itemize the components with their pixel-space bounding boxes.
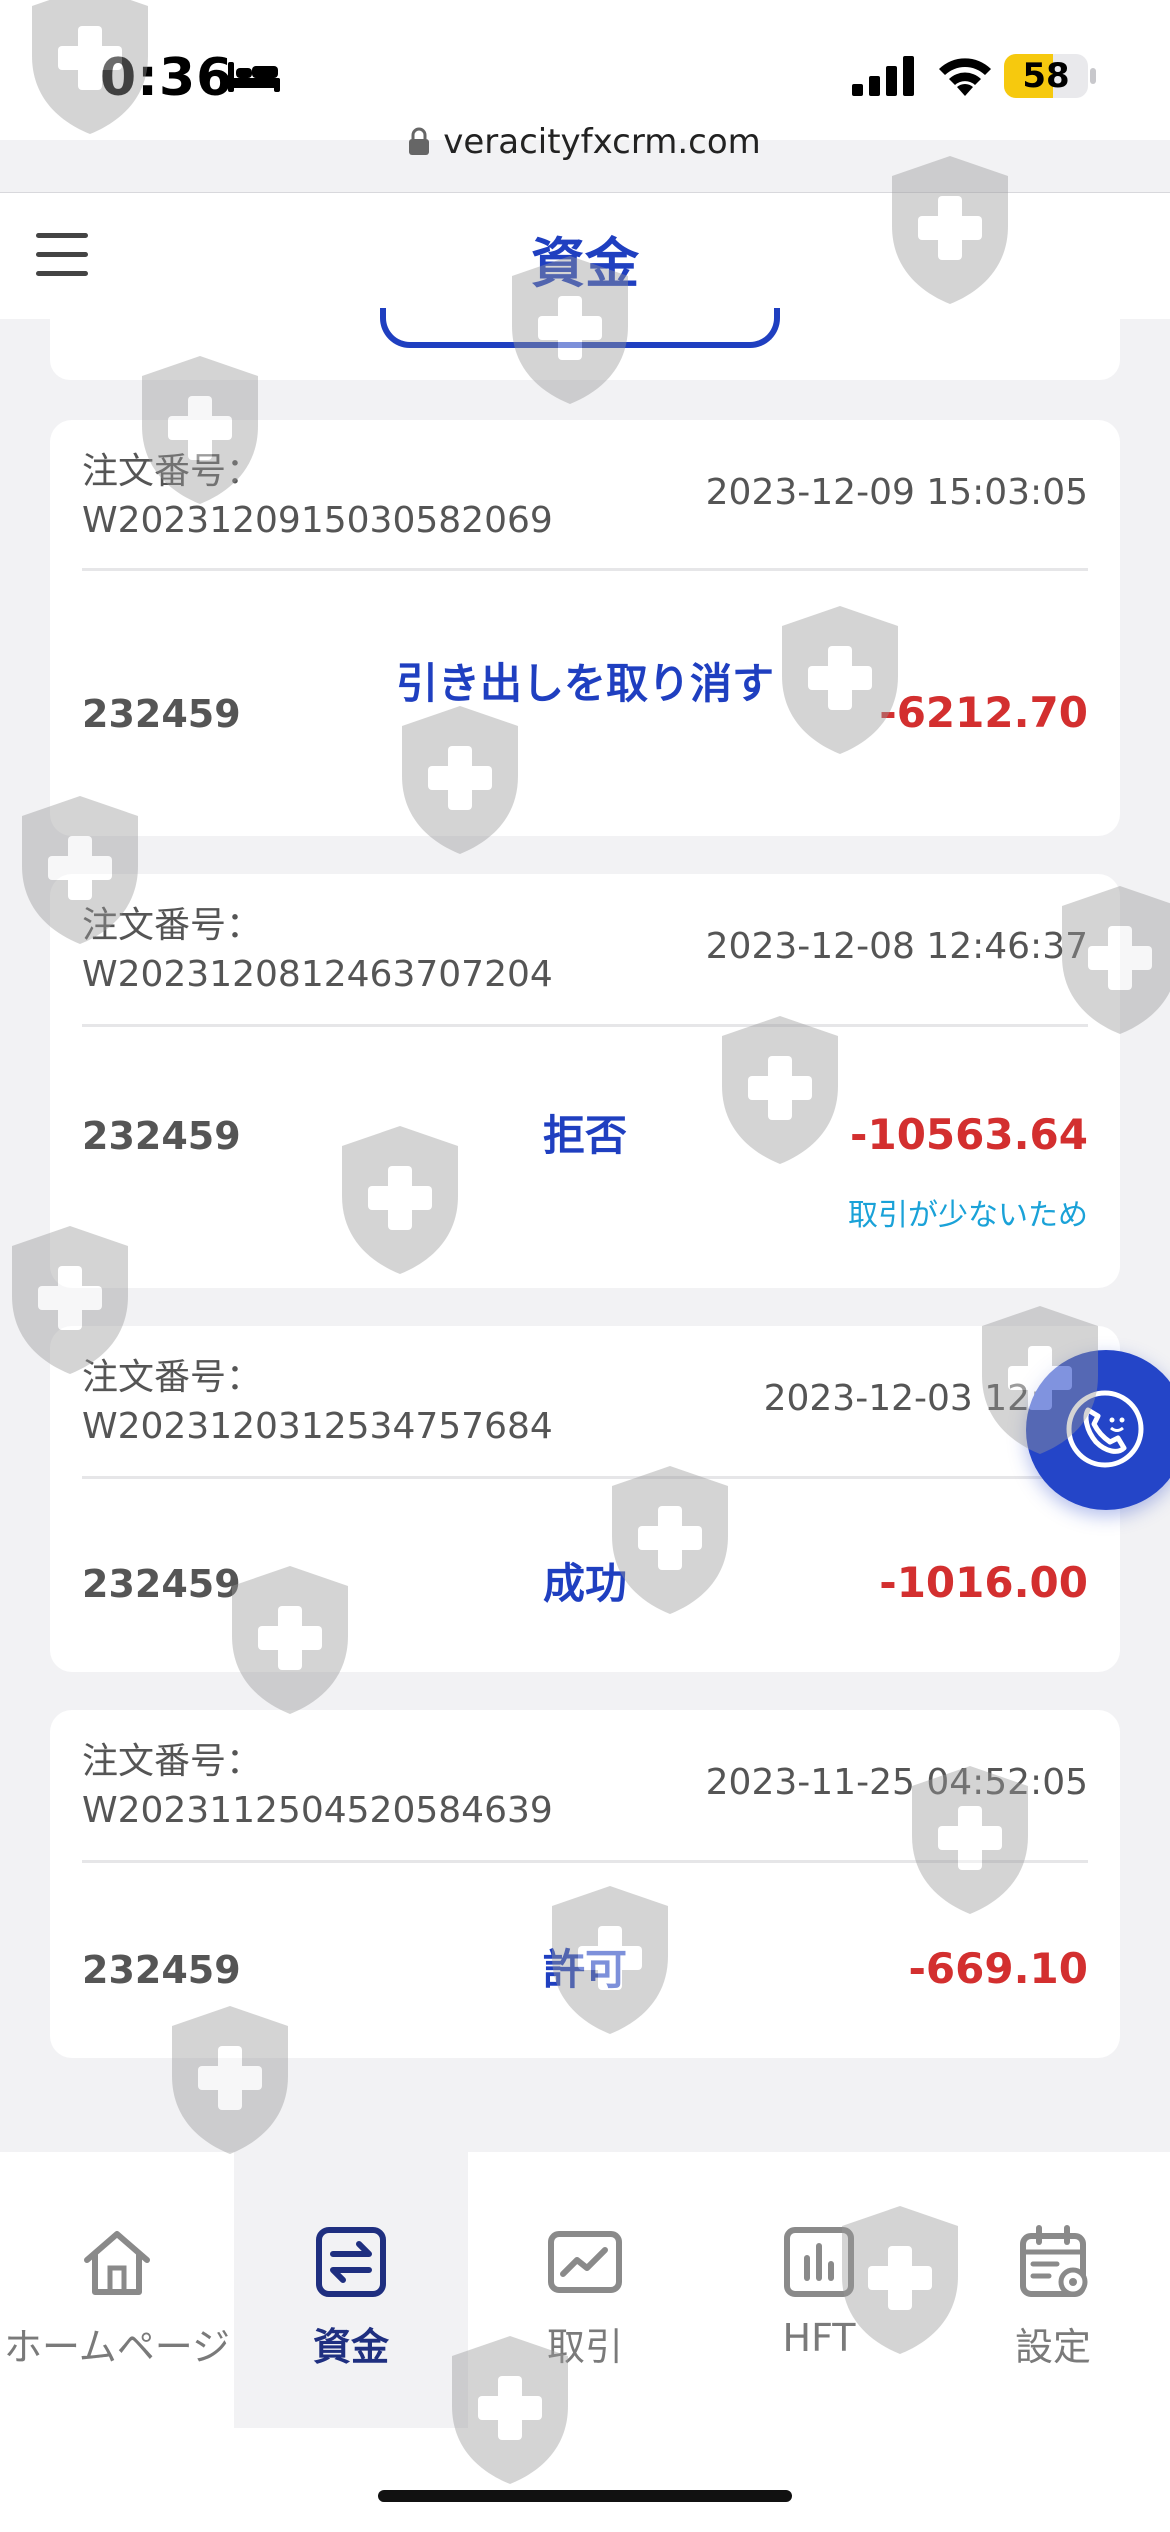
page-title: 資金 [531,232,639,295]
order-number-label: 注文番号： [82,1357,263,1398]
nav-trading[interactable]: 取引 [468,2152,702,2428]
phone-support-icon [1066,1390,1144,1468]
home-indicator [378,2490,792,2502]
nav-home[interactable]: ホームページ [0,2152,234,2428]
order-card: 注文番号： W2023120812463707204 2023-12-08 12… [50,874,1120,1288]
order-status: 許可 [542,1945,627,1994]
nav-settings[interactable]: 設定 [936,2152,1170,2428]
card-divider [82,568,1088,571]
order-card: 注文番号： W2023112504520584639 2023-11-25 04… [50,1710,1120,2058]
order-number-label: 注文番号： [82,905,263,946]
order-card: 注文番号： W2023120915030582069 2023-12-09 15… [50,420,1120,836]
lock-icon [409,127,430,155]
nav-label: 資金 [312,2325,389,2369]
bottom-navigation: ホームページ 資金 取引 HFT 設定 [0,2152,1170,2532]
battery-indicator: 58 [1004,54,1088,98]
trading-chart-icon [548,2231,622,2293]
order-date: 2023-11-25 04:52:05 [705,1762,1088,1803]
order-amount: -10563.64 [850,1110,1088,1159]
battery-percent: 58 [1022,56,1070,96]
nav-label: HFT [782,2316,856,2360]
card-divider [82,1024,1088,1027]
address-bar[interactable]: veracityfxcrm.com [0,122,1170,172]
cellular-signal-icon [852,56,914,96]
nav-funds[interactable]: 資金 [234,2152,468,2428]
account-id: 232459 [82,1114,241,1158]
order-number: W2023120915030582069 [82,500,553,541]
card-divider [82,1476,1088,1479]
order-number: W2023120312534757684 [82,1406,553,1447]
order-number-label: 注文番号： [82,451,263,492]
nav-label: ホームページ [3,2325,231,2369]
account-id: 232459 [82,692,241,736]
bar-chart-icon [784,2227,854,2297]
order-amount: -6212.70 [879,688,1088,737]
status-time: 0:36 [100,48,234,108]
cancel-withdrawal-button[interactable]: 引き出しを取り消す [385,652,785,716]
card-divider [82,1860,1088,1863]
nav-label: 取引 [546,2325,623,2369]
order-date: 2023-12-08 12:46:37 [705,926,1088,967]
order-amount: -1016.00 [879,1558,1088,1607]
order-date: 2023-12-09 15:03:05 [705,472,1088,513]
status-bar: 0:36 58 veracityfxcrm.com [0,0,1170,162]
home-icon [84,2231,150,2295]
account-id: 232459 [82,1562,241,1606]
order-number: W2023120812463707204 [82,954,553,995]
url-text: veracityfxcrm.com [443,122,761,162]
funds-transfer-icon [316,2227,386,2297]
nav-label: 設定 [1014,2325,1091,2369]
account-id: 232459 [82,1948,241,1992]
rejection-reason: 取引が少ないため [848,1198,1088,1233]
app-header: 資金 [0,192,1170,319]
order-status: 成功 [542,1559,627,1608]
order-status: 拒否 [542,1111,627,1160]
previous-card-partial [50,308,1120,380]
battery-cap [1090,68,1096,84]
order-card: 注文番号： W2023120312534757684 2023-12-03 12… [50,1326,1120,1672]
order-amount: -669.10 [908,1944,1088,1993]
sleep-focus-icon [228,62,280,92]
order-number: W2023112504520584639 [82,1790,553,1831]
tab-button-partial[interactable] [380,308,780,348]
wifi-icon [939,58,991,96]
calendar-settings-icon [1020,2225,1088,2297]
order-number-label: 注文番号： [82,1741,263,1782]
nav-hft[interactable]: HFT [702,2152,936,2428]
